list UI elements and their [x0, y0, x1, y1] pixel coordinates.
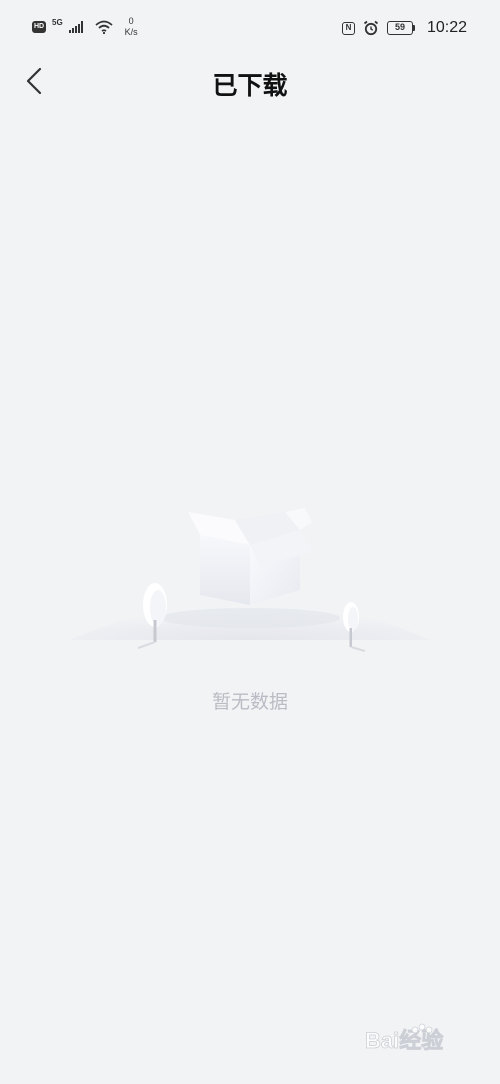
status-time: 10:22 — [426, 19, 467, 36]
battery-icon: 59 — [386, 21, 415, 35]
battery-level: 59 — [386, 21, 413, 35]
empty-state: 暂无数据 — [0, 490, 500, 730]
signal-strength-icon — [68, 21, 83, 33]
speed-value: 0 — [128, 16, 134, 26]
hd-badge: HD — [32, 21, 46, 33]
page-title: 已下载 — [212, 71, 288, 100]
empty-box-illustration — [70, 508, 430, 652]
watermark-logo: Bai经验 — [365, 1023, 444, 1053]
status-left: HD 5G 0 K/s — [32, 16, 138, 38]
speed-unit: K/s — [124, 27, 138, 37]
header: 已下载 — [0, 58, 500, 104]
wifi-icon — [95, 20, 113, 34]
status-bar: HD 5G 0 K/s N 59 10:22 — [0, 0, 500, 58]
empty-message: 暂无数据 — [211, 691, 288, 713]
alarm-icon — [363, 20, 379, 36]
network-type: 5G — [52, 17, 63, 27]
network-speed: 0 K/s — [125, 16, 138, 38]
status-right: N 59 10:22 — [341, 19, 467, 37]
nfc-icon: N — [341, 21, 355, 35]
